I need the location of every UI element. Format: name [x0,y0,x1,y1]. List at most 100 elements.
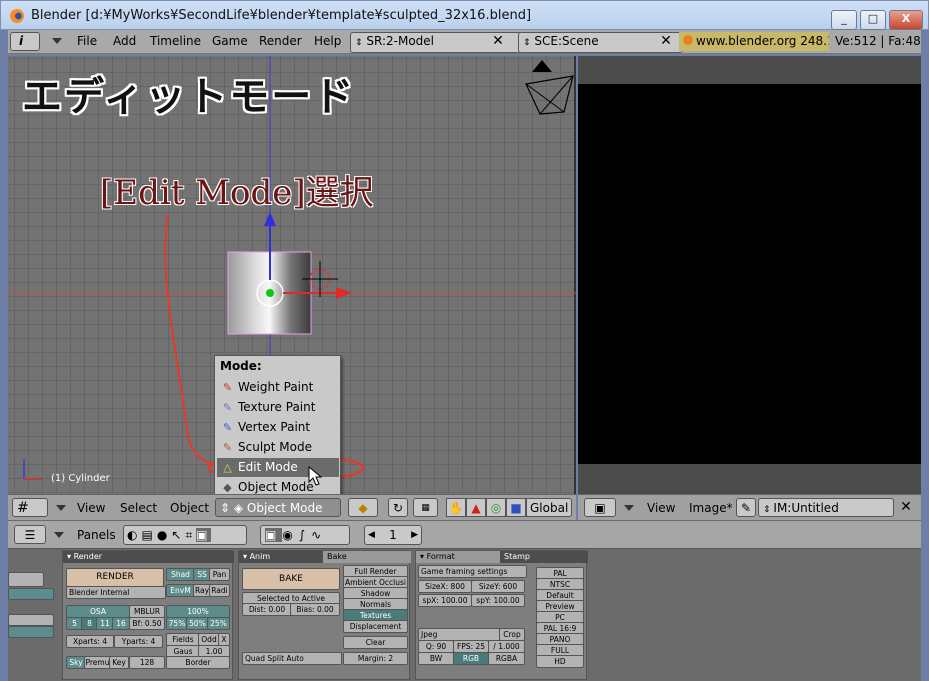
mode-item-weight-paint[interactable]: ✎ Weight Paint [217,378,339,397]
bake-bias-field[interactable]: Bias: 0.00 [290,603,340,616]
blender-url[interactable]: www.blender.org 248.1 [679,32,829,51]
mode-item-sculpt[interactable]: ✎ Sculpt Mode [217,438,339,457]
editor-type-button[interactable]: ▣ [584,498,616,517]
key-toggle[interactable]: Key [109,656,129,669]
osa-16-button[interactable]: 16 [112,617,130,630]
bake-clear-toggle[interactable]: Clear [343,636,408,649]
premul-toggle[interactable]: Premu [84,656,111,669]
hand-manipulator-icon[interactable]: ✋ [446,498,466,517]
anim-tab[interactable]: ▾ Anim [239,551,327,563]
menu-select[interactable]: Select [120,501,157,515]
xparts-field[interactable]: Xparts: 4 [66,635,114,648]
minimize-button[interactable]: _ [831,10,857,30]
radiosity-toggle[interactable]: Radi [209,584,230,597]
header-collapse-icon[interactable] [624,505,634,511]
border-toggle[interactable]: Border [166,656,230,669]
unlink-image-button[interactable]: ✕ [896,498,916,517]
clipped-control[interactable] [8,614,54,626]
shadow-toggle[interactable]: Shad [166,568,195,581]
mode-item-texture-paint[interactable]: ✎ Texture Paint [217,398,339,417]
menu-view[interactable]: View [77,501,105,515]
bw-toggle[interactable]: BW [418,652,454,665]
mode-item-label: Vertex Paint [238,420,311,434]
script-icon[interactable]: ▤ [141,528,156,542]
image-selector[interactable]: ⇕ IM:Untitled [758,498,894,517]
resolution-select[interactable]: 128 [129,656,165,669]
object-icon[interactable]: ↖ [171,528,185,542]
bake-tab[interactable]: Bake [323,551,411,563]
header-collapse-icon[interactable] [52,38,62,44]
editor-type-button[interactable]: # [12,498,48,517]
stamp-tab[interactable]: Stamp [500,551,588,563]
layers-button[interactable]: ▦ [413,498,438,517]
frame-field[interactable]: ◀ 1 ▶ [364,525,422,545]
scale-manipulator-icon[interactable]: ■ [506,498,526,517]
menu-game[interactable]: Game [212,34,248,48]
preset-hd[interactable]: HD [536,655,584,668]
header-collapse-icon[interactable] [56,505,66,511]
draw-type-button[interactable]: ◆ [348,498,378,517]
info-icon: i [19,34,24,48]
mode-item-vertex-paint[interactable]: ✎ Vertex Paint [217,418,339,437]
sizey-field[interactable]: SizeY: 600 [471,580,525,593]
bake-margin-field[interactable]: Margin: 2 [343,652,408,665]
bake-displacement-option[interactable]: Displacement [343,620,408,633]
delete-screen-button[interactable]: ✕ [488,32,508,51]
size-50-button[interactable]: 50% [186,617,209,630]
scene-icon[interactable]: ▣ [196,528,212,542]
rotate-manipulator-icon[interactable]: ◎ [486,498,506,517]
render-icon[interactable]: ▣ [265,528,283,542]
audio-icon[interactable]: ∿ [311,528,327,542]
translate-manipulator-icon[interactable]: ▲ [466,498,486,517]
header-collapse-icon[interactable] [54,532,64,538]
format-tab[interactable]: ▾ Format [416,551,504,563]
quad-split-select[interactable]: Quad Split Auto [242,652,342,665]
menu-file[interactable]: File [77,34,97,48]
menu-add[interactable]: Add [113,34,136,48]
sky-toggle[interactable]: Sky [66,656,86,669]
image-canvas[interactable] [578,84,921,464]
menu-image[interactable]: Image* [689,501,733,515]
panels-label[interactable]: Panels [77,528,116,542]
clipped-control[interactable] [8,626,54,638]
shading-icon[interactable]: ● [157,528,171,542]
aspx-field[interactable]: spX: 100.00 [418,594,472,607]
pivot-button[interactable]: ↻ [388,498,408,517]
render-engine-select[interactable]: Blender Internal [66,586,166,599]
mode-selector[interactable]: ⇕ ◈ Object Mode [215,498,341,517]
logic-icon[interactable]: ◐ [127,528,141,542]
render-button[interactable]: RENDER [66,568,164,587]
clipped-control[interactable] [8,588,54,600]
size-25-button[interactable]: 25% [207,617,230,630]
close-button[interactable]: X [889,10,923,30]
aspy-field[interactable]: spY: 100.00 [471,594,525,607]
editing-icon[interactable]: ⌗ [185,528,196,542]
game-framing-button[interactable]: Game framing settings [418,565,527,578]
menu-timeline[interactable]: Timeline [150,34,201,48]
editor-type-button[interactable]: ☰ [14,525,46,544]
size-75-button[interactable]: 75% [166,617,188,630]
render-panel-tab[interactable]: ▾ Render [63,551,234,563]
blur-factor-field[interactable]: Bf: 0.50 [129,617,165,630]
info-editor-button[interactable]: i [10,32,40,51]
mode-item-label: Weight Paint [238,380,314,394]
menu-object[interactable]: Object [170,501,209,515]
clipped-control[interactable] [8,572,44,587]
yparts-field[interactable]: Yparts: 4 [114,635,163,648]
menu-help[interactable]: Help [314,34,341,48]
pin-image-button[interactable]: ✎ [736,498,756,517]
rgba-toggle[interactable]: RGBA [488,652,525,665]
envmap-toggle[interactable]: EnvM [166,584,195,597]
pano-toggle[interactable]: Pan [209,568,230,581]
sizex-field[interactable]: SizeX: 800 [418,580,472,593]
menu-render[interactable]: Render [259,34,302,48]
sound-icon[interactable]: ∫ [299,528,311,542]
rgb-toggle[interactable]: RGB [453,652,489,665]
bake-button[interactable]: BAKE [242,568,340,590]
world-icon[interactable]: ◉ [282,528,298,542]
bake-dist-field[interactable]: Dist: 0.00 [242,603,292,616]
menu-view[interactable]: View [647,501,675,515]
orientation-selector[interactable]: Global [526,498,572,517]
delete-scene-button[interactable]: ✕ [656,32,676,51]
maximize-button[interactable]: □ [860,10,886,30]
